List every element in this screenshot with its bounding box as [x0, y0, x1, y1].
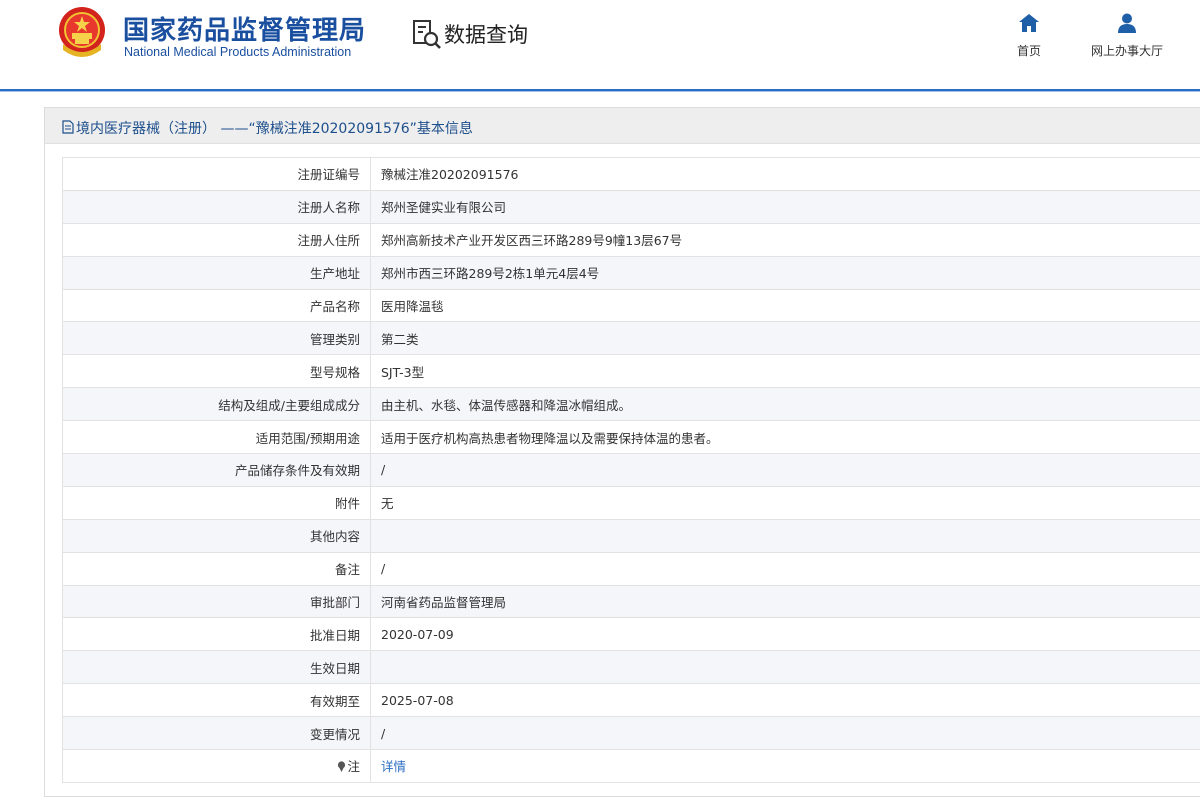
field-label: 其他内容 [62, 518, 371, 553]
table-row: 备注 / [62, 551, 1200, 586]
field-label: 附件 [62, 485, 371, 520]
data-query-heading[interactable]: 数据查询 [412, 18, 528, 50]
table-row: 注册人名称 郑州圣健实业有限公司 [62, 189, 1200, 224]
field-label: 型号规格 [62, 354, 371, 389]
field-value: 第二类 [370, 321, 1200, 356]
table-row: 注册人住所 郑州高新技术产业开发区西三环路289号9幢13层67号 [62, 222, 1200, 257]
home-icon [1019, 14, 1039, 32]
field-value [370, 650, 1200, 685]
nav-home-label: 首页 [1016, 44, 1041, 58]
field-label: 审批部门 [62, 584, 371, 619]
table-row: 有效期至 2025-07-08 [62, 683, 1200, 718]
field-label: 注册人名称 [62, 189, 371, 224]
field-value [370, 518, 1200, 553]
nav-online-hall[interactable]: 网上办事大厅 [1084, 12, 1170, 59]
nav-online-hall-label: 网上办事大厅 [1090, 44, 1163, 58]
pin-icon [338, 761, 346, 773]
table-row: 变更情况 / [62, 716, 1200, 751]
note-label-cell: 注 [62, 749, 371, 783]
panel-title-bar: 境内医疗器械（注册） ——“豫械注准20202091576”基本信息 [45, 108, 1200, 144]
field-value: / [370, 453, 1200, 487]
field-value: 由主机、水毯、体温传感器和降温冰帽组成。 [370, 387, 1200, 422]
device-info-panel: 境内医疗器械（注册） ——“豫械注准20202091576”基本信息 注册证编号… [44, 107, 1200, 797]
table-row: 注册证编号 豫械注准20202091576 [62, 157, 1200, 191]
field-value: / [370, 716, 1200, 751]
field-label: 产品储存条件及有效期 [62, 453, 371, 487]
field-value: 2020-07-09 [370, 617, 1200, 652]
field-label: 结构及组成/主要组成成分 [62, 387, 371, 422]
field-value: 郑州市西三环路289号2栋1单元4层4号 [370, 255, 1200, 290]
field-value: 郑州圣健实业有限公司 [370, 189, 1200, 224]
field-value: 郑州高新技术产业开发区西三环路289号9幢13层67号 [370, 222, 1200, 257]
field-value: 适用于医疗机构高热患者物理降温以及需要保持体温的患者。 [370, 420, 1200, 455]
field-label: 产品名称 [62, 288, 371, 323]
site-header: 国家药品监督管理局 National Medical Products Admi… [0, 0, 1200, 88]
nav-home[interactable]: 首页 [1014, 12, 1044, 59]
field-label: 适用范围/预期用途 [62, 420, 371, 455]
field-label: 有效期至 [62, 683, 371, 718]
data-query-label: 数据查询 [444, 23, 528, 47]
field-value: 河南省药品监督管理局 [370, 584, 1200, 619]
details-link[interactable]: 详情 [381, 759, 406, 774]
table-row: 结构及组成/主要组成成分 由主机、水毯、体温传感器和降温冰帽组成。 [62, 387, 1200, 422]
national-emblem-icon [59, 7, 105, 57]
table-row: 附件无 [62, 485, 1200, 520]
field-label: 注册证编号 [62, 157, 371, 191]
field-value: 2025-07-08 [370, 683, 1200, 718]
table-row: 生效日期 [62, 650, 1200, 685]
field-label: 备注 [62, 551, 371, 586]
field-label: 生效日期 [62, 650, 371, 685]
site-title-en: National Medical Products Administration [124, 45, 352, 59]
table-row: 型号规格 SJT-3型 [62, 354, 1200, 389]
field-value: 医用降温毯 [370, 288, 1200, 323]
field-label: 管理类别 [62, 321, 371, 356]
table-row: 适用范围/预期用途 适用于医疗机构高热患者物理降温以及需要保持体温的患者。 [62, 420, 1200, 455]
field-value: 无 [370, 485, 1200, 520]
device-info-table: 注册证编号 豫械注准20202091576 注册人名称 郑州圣健实业有限公司 注册人住所… [62, 157, 1200, 783]
field-label: 变更情况 [62, 716, 371, 751]
header-divider-light [0, 91, 1200, 92]
field-value: 豫械注准20202091576 [370, 157, 1200, 191]
field-label: 生产地址 [62, 255, 371, 290]
table-row: 批准日期 2020-07-09 [62, 617, 1200, 652]
field-value: SJT-3型 [370, 354, 1200, 389]
panel-title: 境内医疗器械（注册） ——“豫械注准20202091576”基本信息 [76, 121, 473, 137]
note-value-cell: 详情 [370, 749, 1200, 783]
document-icon [62, 120, 74, 134]
table-row-note: 注 详情 [62, 749, 1200, 783]
site-title-cn: 国家药品监督管理局 [123, 16, 367, 46]
note-label: 注 [347, 759, 360, 775]
field-value: / [370, 551, 1200, 586]
table-row: 其他内容 [62, 518, 1200, 553]
field-label: 批准日期 [62, 617, 371, 652]
table-row: 产品名称 医用降温毯 [62, 288, 1200, 323]
user-icon [1118, 13, 1136, 33]
table-row: 管理类别 第二类 [62, 321, 1200, 356]
table-row: 生产地址 郑州市西三环路289号2栋1单元4层4号 [62, 255, 1200, 290]
table-row: 审批部门 河南省药品监督管理局 [62, 584, 1200, 619]
field-label: 注册人住所 [62, 222, 371, 257]
document-search-icon [413, 20, 441, 49]
table-row: 产品储存条件及有效期 / [62, 453, 1200, 487]
